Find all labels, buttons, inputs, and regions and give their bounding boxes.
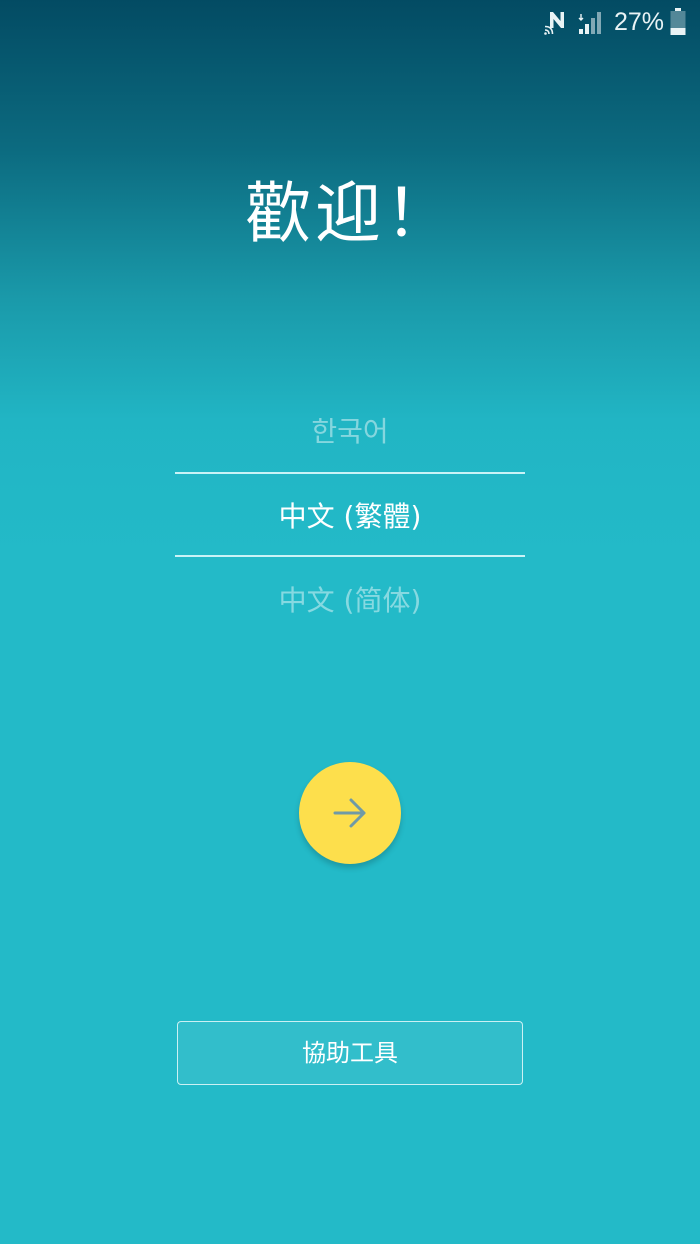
next-button[interactable]	[299, 762, 401, 864]
signal-icon	[578, 12, 601, 34]
arrow-right-icon	[333, 798, 366, 828]
nfc-icon	[544, 12, 564, 35]
accessibility-button[interactable]: 協助工具	[177, 1021, 523, 1085]
picker-divider-bottom	[175, 555, 525, 557]
battery-icon	[670, 8, 686, 35]
language-option-selected[interactable]: 中文 (繁體)	[175, 497, 525, 537]
language-picker[interactable]: 한국어 中文 (繁體) 中文 (简体)	[175, 390, 525, 640]
battery-percent: 27%	[614, 8, 665, 36]
language-option-korean[interactable]: 한국어	[175, 412, 525, 452]
welcome-title: 歡迎！	[245, 175, 455, 252]
status-bar: 27%	[0, 0, 700, 46]
language-option-simplified-chinese[interactable]: 中文 (简体)	[175, 581, 525, 621]
picker-divider-top	[175, 472, 525, 474]
